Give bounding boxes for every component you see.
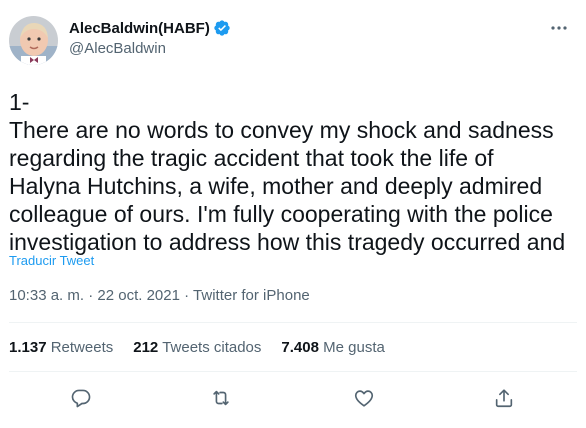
stat-count: 212 xyxy=(133,339,159,356)
reply-button[interactable] xyxy=(66,383,96,413)
like-icon xyxy=(354,390,374,407)
profile-photo-icon xyxy=(9,16,58,65)
divider xyxy=(9,371,577,372)
avatar[interactable] xyxy=(9,16,58,65)
user-handle[interactable]: @AlecBaldwin xyxy=(69,40,166,57)
tweet-text-line: colleague of ours. I'm fully cooperating… xyxy=(9,201,553,227)
reply-icon xyxy=(71,389,91,408)
tweet-text-line: There are no words to convey my shock an… xyxy=(9,117,554,143)
translate-tweet-link[interactable]: Traducir Tweet xyxy=(9,253,94,268)
quote-tweets-stat[interactable]: 212 Tweets citados xyxy=(133,339,261,356)
display-name[interactable]: AlecBaldwin(HABF) xyxy=(69,20,210,37)
meta-separator: · xyxy=(84,287,98,304)
stat-label: Tweets citados xyxy=(162,339,262,356)
tweet-actions xyxy=(0,383,586,413)
tweet-text: 1- There are no words to convey my shock… xyxy=(9,88,574,256)
share-icon xyxy=(495,389,513,408)
tweet-time[interactable]: 10:33 a. m. xyxy=(9,287,84,304)
stat-count: 1.137 xyxy=(9,339,47,356)
tweet-text-line: Halyna Hutchins, a wife, mother and deep… xyxy=(9,173,543,199)
stat-count: 7.408 xyxy=(281,339,319,356)
tweet-card: AlecBaldwin(HABF) @AlecBaldwin 1- There … xyxy=(0,0,586,428)
tweet-text-line: investigation to address how this traged… xyxy=(9,229,566,255)
stat-label: Me gusta xyxy=(323,339,385,356)
retweet-button[interactable] xyxy=(206,383,236,413)
stat-label: Retweets xyxy=(50,339,114,356)
verified-badge-icon xyxy=(213,19,231,37)
tweet-timestamp: 10:33 a. m. · 22 oct. 2021 · Twitter for… xyxy=(9,287,310,304)
retweets-stat[interactable]: 1.137 Retweets xyxy=(9,339,113,356)
share-button[interactable] xyxy=(489,383,519,413)
author-name-row[interactable]: AlecBaldwin(HABF) xyxy=(69,19,231,37)
tweet-date[interactable]: 22 oct. 2021 xyxy=(97,287,180,304)
tweet-text-line: 1- xyxy=(9,89,30,115)
likes-stat[interactable]: 7.408 Me gusta xyxy=(281,339,384,356)
divider xyxy=(9,322,577,323)
retweet-icon xyxy=(213,390,229,406)
meta-separator: · xyxy=(179,287,194,304)
tweet-text-line: regarding the tragic accident that took … xyxy=(9,145,494,171)
tweet-source[interactable]: Twitter for iPhone xyxy=(193,287,310,304)
like-button[interactable] xyxy=(349,383,379,413)
tweet-stats: 1.137 Retweets 212 Tweets citados 7.408 … xyxy=(9,339,405,356)
more-options-icon[interactable] xyxy=(548,20,570,36)
